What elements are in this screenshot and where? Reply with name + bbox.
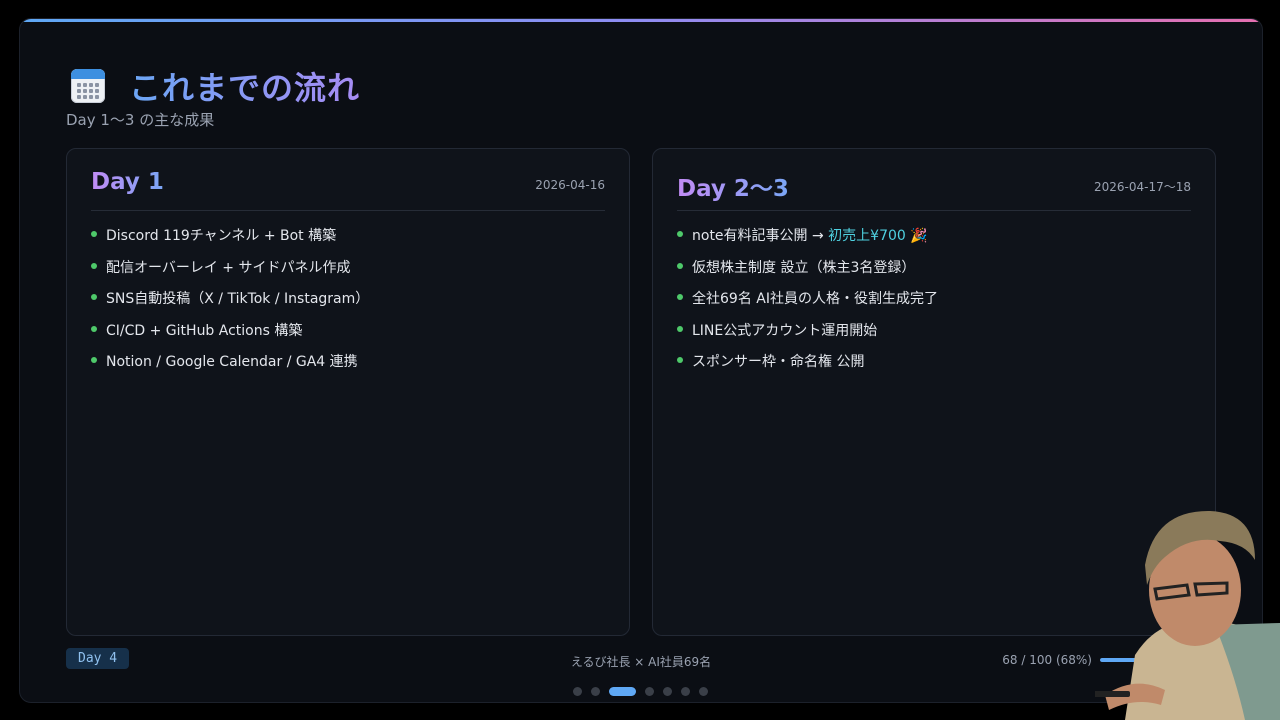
bullet-icon	[677, 231, 683, 237]
page-title: これまでの流れ	[129, 63, 360, 109]
list-item: 全社69名 AI社員の人格・役割生成完了	[677, 288, 1191, 320]
party-popper-icon: 🎉	[905, 228, 928, 244]
list-item: note有料記事公開 → 初売上¥700 🎉	[677, 225, 1191, 257]
top-gradient-bar	[20, 19, 1262, 22]
list-item: Discord 119チャンネル + Bot 構築	[91, 225, 605, 257]
list-item-text: LINE公式アカウント運用開始	[692, 322, 878, 339]
list-item-text: CI/CD + GitHub Actions 構築	[106, 322, 303, 339]
list-item-text: Discord 119チャンネル + Bot 構築	[106, 228, 337, 244]
list-item: LINE公式アカウント運用開始	[677, 320, 1191, 352]
list-item: Notion / Google Calendar / GA4 連携	[91, 351, 605, 383]
calendar-icon	[71, 69, 105, 103]
list-item-text: 全社69名 AI社員の人格・役割生成完了	[692, 291, 938, 308]
achievement-list: Discord 119チャンネル + Bot 構築 配信オーバーレイ + サイド…	[91, 225, 605, 383]
pagination-dot[interactable]	[662, 687, 672, 696]
slide-pagination	[0, 687, 1280, 696]
bullet-icon	[91, 262, 97, 269]
bullet-icon	[91, 357, 97, 364]
sales-highlight: 初売上¥700	[828, 228, 906, 244]
list-item: CI/CD + GitHub Actions 構築	[91, 320, 605, 352]
card-header: Day 2〜3 2026-04-17〜18	[677, 169, 1191, 211]
list-item-text: Notion / Google Calendar / GA4 連携	[106, 354, 358, 371]
bullet-icon	[91, 231, 97, 237]
title-row: これまでの流れ	[71, 63, 360, 109]
pagination-dot[interactable]	[644, 687, 654, 696]
card-title: Day 1	[91, 169, 164, 195]
bullet-icon	[677, 325, 683, 332]
card-date: 2026-04-16	[535, 178, 605, 192]
list-item-text: スポンサー枠・命名権 公開	[692, 354, 865, 371]
list-item: スポンサー枠・命名権 公開	[677, 351, 1191, 383]
bullet-icon	[677, 294, 683, 301]
pagination-dot[interactable]	[608, 687, 636, 696]
bullet-icon	[677, 262, 683, 269]
list-item-text: note有料記事公開 →	[692, 228, 829, 244]
slide: これまでの流れ Day 1〜3 の主な成果 Day 1 2026-04-16 D…	[19, 18, 1263, 703]
card-title: Day 2〜3	[677, 169, 789, 203]
list-item-text: 配信オーバーレイ + サイドパネル作成	[106, 259, 351, 276]
list-item-text: SNS自動投稿（X / TikTok / Instagram）	[106, 291, 370, 308]
achievement-list: note有料記事公開 → 初売上¥700 🎉 仮想株主制度 設立（株主3名登録）…	[677, 225, 1191, 383]
pagination-dot[interactable]	[698, 687, 708, 696]
pagination-dot[interactable]	[572, 687, 582, 696]
pagination-dot[interactable]	[680, 687, 690, 696]
card-day1: Day 1 2026-04-16 Discord 119チャンネル + Bot …	[66, 148, 630, 636]
bullet-icon	[91, 294, 97, 301]
list-item-text: 仮想株主制度 設立（株主3名登録）	[692, 259, 916, 276]
card-date: 2026-04-17〜18	[1093, 180, 1191, 194]
card-header: Day 1 2026-04-16	[91, 169, 605, 211]
list-item: SNS自動投稿（X / TikTok / Instagram）	[91, 288, 605, 320]
list-item: 配信オーバーレイ + サイドパネル作成	[91, 257, 605, 289]
webcam-overlay-person	[1095, 510, 1280, 720]
pagination-dot[interactable]	[590, 687, 600, 696]
page-subtitle: Day 1〜3 の主な成果	[66, 111, 215, 129]
progress-text: 68 / 100 (68%)	[1002, 653, 1092, 667]
list-item: 仮想株主制度 設立（株主3名登録）	[677, 257, 1191, 289]
bullet-icon	[677, 357, 683, 364]
bullet-icon	[91, 325, 97, 332]
